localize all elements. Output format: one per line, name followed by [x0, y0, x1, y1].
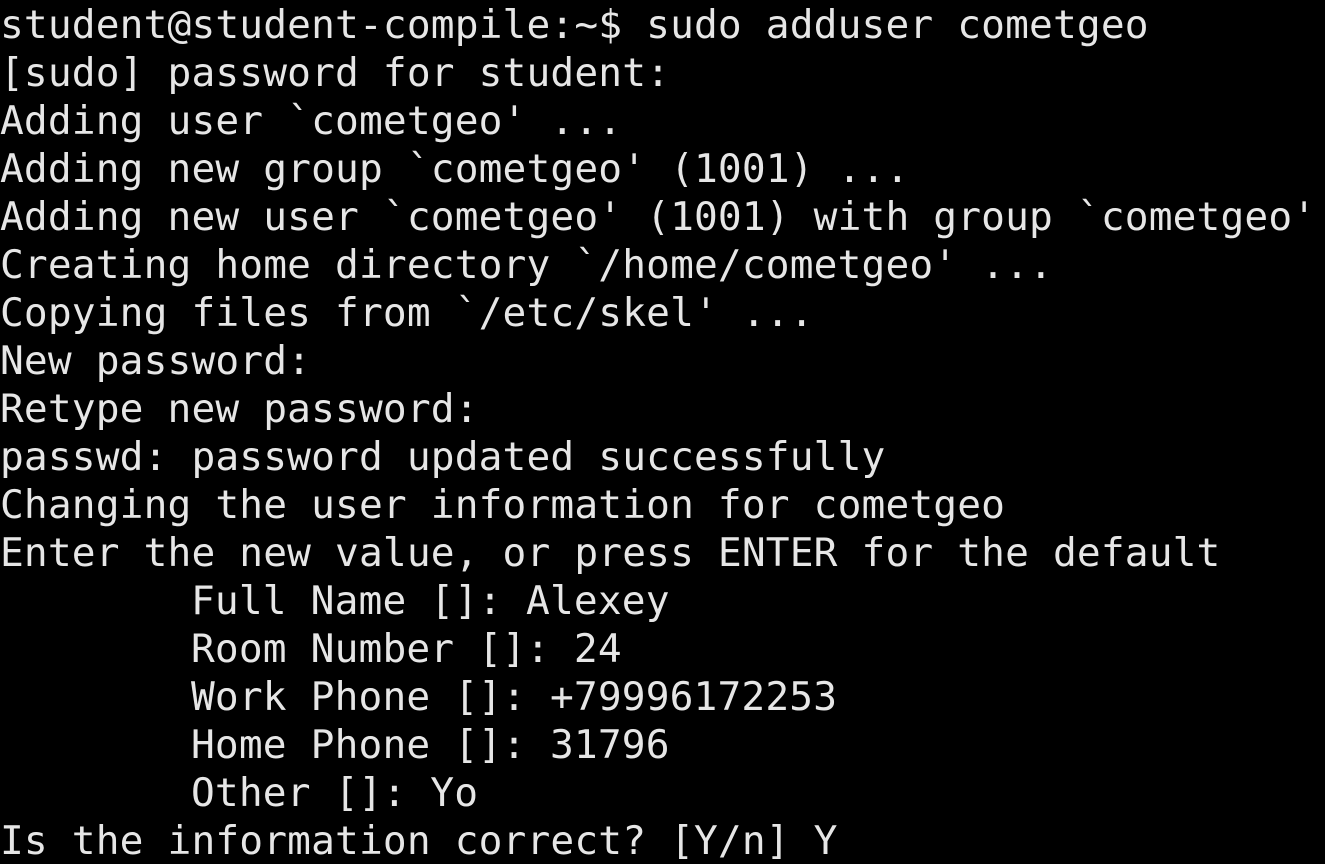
output-line: Adding user `cometgeo' ...	[0, 98, 623, 144]
output-line: Enter the new value, or press ENTER for …	[0, 530, 1221, 576]
output-line: Copying files from `/etc/skel' ...	[0, 290, 814, 336]
terminal-window[interactable]: student@student-compile:~$ sudo adduser …	[0, 0, 1325, 864]
typed-command: sudo adduser cometgeo	[646, 2, 1149, 48]
output-line: Adding new group `cometgeo' (1001) ...	[0, 146, 910, 192]
output-line: [sudo] password for student:	[0, 50, 671, 96]
output-line: Adding new user `cometgeo' (1001) with g…	[0, 194, 1317, 240]
confirm-prompt: Is the information correct? [Y/n] Y	[0, 818, 838, 864]
output-line: New password:	[0, 338, 312, 384]
user-info-field: Full Name []: Alexey	[191, 578, 670, 624]
command-line: student@student-compile:~$ sudo adduser …	[0, 1, 1149, 49]
user-info-field: Room Number []: 24	[191, 626, 622, 672]
user-info-field: Other []: Yo	[191, 770, 479, 816]
output-line: Creating home directory `/home/cometgeo'…	[0, 242, 1053, 288]
shell-prompt: student@student-compile:~$	[0, 2, 647, 48]
output-line: Retype new password:	[0, 386, 479, 432]
output-line: passwd: password updated successfully	[0, 434, 886, 480]
user-info-field: Home Phone []: 31796	[191, 722, 670, 768]
user-info-field: Work Phone []: +79996172253	[191, 674, 838, 720]
output-line: Changing the user information for cometg…	[0, 482, 1006, 528]
